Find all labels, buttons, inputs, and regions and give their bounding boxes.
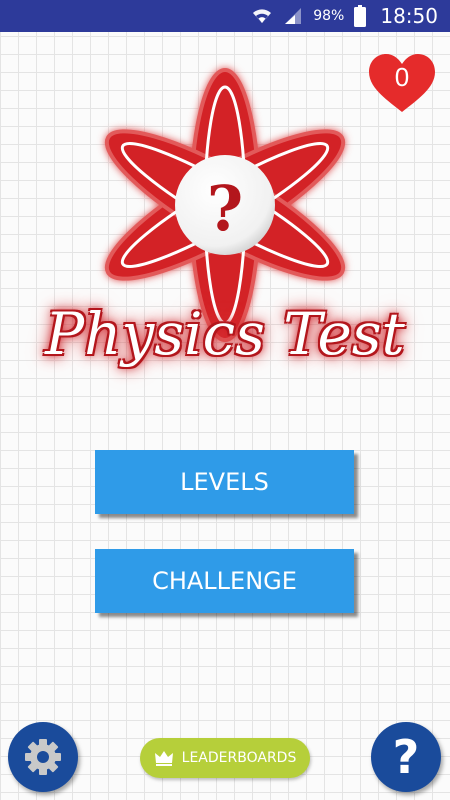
- logo-question-mark: ?: [207, 172, 243, 245]
- crown-icon: [154, 751, 173, 766]
- help-button[interactable]: ?: [371, 722, 441, 792]
- battery-percent: 98%: [313, 8, 345, 24]
- battery-icon: [354, 5, 367, 27]
- settings-button[interactable]: [8, 722, 78, 792]
- app-title: Physics Test: [45, 300, 405, 368]
- challenge-button[interactable]: CHALLENGE: [95, 549, 354, 613]
- signal-icon: [283, 7, 303, 25]
- leaderboards-button[interactable]: LEADERBOARDS: [140, 738, 310, 778]
- levels-button[interactable]: LEVELS: [95, 450, 354, 514]
- gear-icon: [25, 739, 61, 775]
- leaderboards-label: LEADERBOARDS: [181, 750, 297, 766]
- wifi-icon: [251, 7, 273, 25]
- help-icon: ?: [392, 730, 420, 784]
- status-bar: 98% 18:50: [0, 0, 450, 32]
- status-clock: 18:50: [380, 4, 438, 28]
